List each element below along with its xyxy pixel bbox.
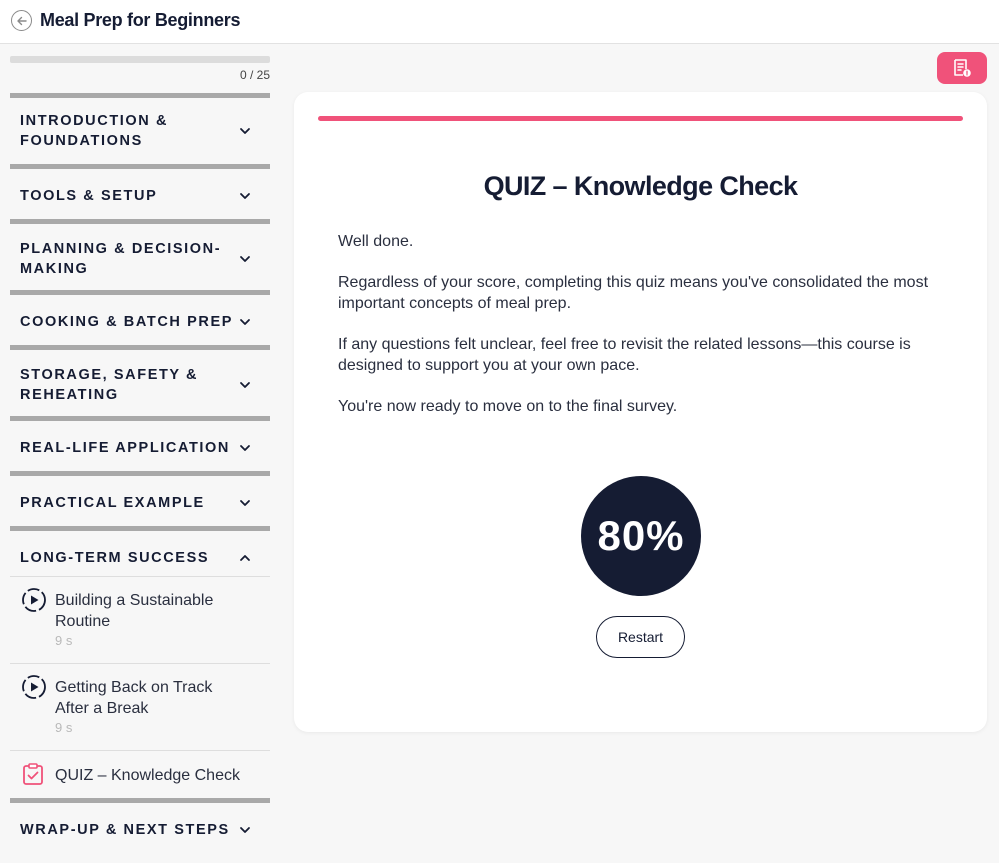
lesson-item-building-routine[interactable]: Building a Sustainable Routine 9 s bbox=[10, 576, 270, 663]
notes-icon bbox=[954, 59, 971, 77]
lesson-title: QUIZ – Knowledge Check bbox=[55, 767, 240, 784]
chevron-down-icon bbox=[240, 827, 250, 833]
sidebar-section-planning[interactable]: PLANNING & DECISION-MAKING bbox=[10, 219, 270, 290]
sidebar-section-long-term-success[interactable]: LONG-TERM SUCCESS bbox=[10, 526, 270, 576]
section-label: PRACTICAL EXAMPLE bbox=[20, 495, 205, 511]
section-label: INTRODUCTION & FOUNDATIONS bbox=[20, 113, 169, 149]
page-title: QUIZ – Knowledge Check bbox=[483, 171, 798, 201]
lesson-duration: 9 s bbox=[55, 720, 73, 735]
sidebar-section-practical-example[interactable]: PRACTICAL EXAMPLE bbox=[10, 471, 270, 526]
sidebar-section-cooking[interactable]: COOKING & BATCH PREP bbox=[10, 290, 270, 345]
chevron-down-icon bbox=[240, 445, 250, 451]
course-title: Meal Prep for Beginners bbox=[40, 10, 241, 30]
lesson-title: Building a Sustainable Routine bbox=[55, 592, 214, 630]
result-paragraph: Well done. bbox=[338, 233, 414, 250]
video-play-icon bbox=[22, 588, 46, 612]
sidebar-section-real-life[interactable]: REAL-LIFE APPLICATION bbox=[10, 416, 270, 471]
course-progress-bar bbox=[10, 56, 270, 63]
sidebar-section-storage[interactable]: STORAGE, SAFETY & REHEATING bbox=[10, 345, 270, 416]
section-label: TOOLS & SETUP bbox=[20, 188, 158, 204]
score-badge: 80% bbox=[581, 476, 701, 596]
lesson-item-quiz-knowledge-check[interactable]: QUIZ – Knowledge Check bbox=[10, 750, 270, 798]
result-paragraph: You're now ready to move on to the final… bbox=[338, 398, 678, 415]
lesson-title: Getting Back on Track After a Break bbox=[55, 679, 213, 717]
result-paragraph: If any questions felt unclear, feel free… bbox=[338, 336, 911, 374]
back-arrow-icon[interactable] bbox=[11, 10, 32, 31]
chevron-down-icon bbox=[240, 128, 250, 134]
section-label: WRAP-UP & NEXT STEPS bbox=[20, 822, 230, 838]
top-header: Meal Prep for Beginners bbox=[0, 0, 999, 44]
result-paragraph: Regardless of your score, completing thi… bbox=[338, 274, 929, 312]
restart-button[interactable]: Restart bbox=[596, 616, 685, 658]
chevron-down-icon bbox=[240, 319, 250, 325]
sidebar-section-introduction[interactable]: INTRODUCTION & FOUNDATIONS bbox=[10, 93, 270, 164]
section-label: LONG-TERM SUCCESS bbox=[20, 550, 210, 566]
section-label: REAL-LIFE APPLICATION bbox=[20, 440, 231, 456]
sidebar-section-wrap-up[interactable]: WRAP-UP & NEXT STEPS bbox=[10, 798, 270, 853]
notes-button[interactable] bbox=[937, 52, 987, 84]
sidebar-section-tools[interactable]: TOOLS & SETUP bbox=[10, 164, 270, 219]
section-label: PLANNING & DECISION-MAKING bbox=[20, 241, 222, 277]
course-progress-text: 0 / 25 bbox=[239, 68, 270, 82]
lesson-duration: 9 s bbox=[55, 633, 73, 648]
quiz-progress-bar bbox=[318, 116, 963, 121]
section-label: COOKING & BATCH PREP bbox=[20, 314, 233, 330]
sidebar: 0 / 25 INTRODUCTION & FOUNDATIONS TOOLS … bbox=[10, 44, 270, 863]
quiz-result-card: QUIZ – Knowledge Check Well done. Regard… bbox=[294, 92, 987, 732]
quiz-checklist-icon bbox=[23, 763, 43, 785]
chevron-down-icon bbox=[240, 382, 250, 388]
chevron-down-icon bbox=[240, 256, 250, 262]
chevron-up-icon bbox=[240, 555, 250, 561]
chevron-down-icon bbox=[240, 193, 250, 199]
video-play-icon bbox=[22, 675, 46, 699]
lesson-item-back-on-track[interactable]: Getting Back on Track After a Break 9 s bbox=[10, 663, 270, 750]
chevron-down-icon bbox=[240, 500, 250, 506]
section-label: STORAGE, SAFETY & REHEATING bbox=[20, 367, 199, 403]
